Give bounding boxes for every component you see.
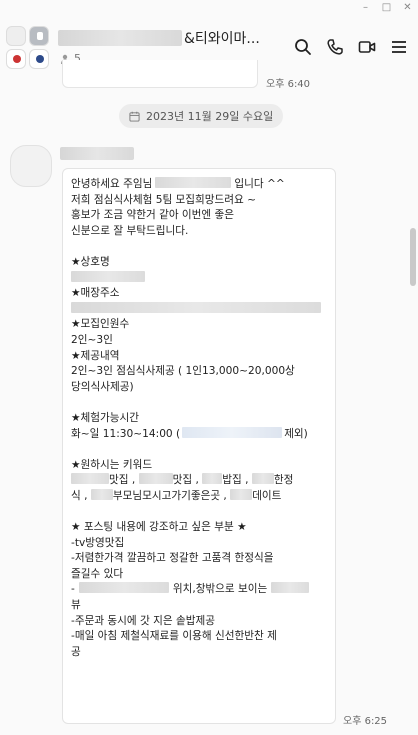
search-icon[interactable]	[294, 38, 312, 56]
message-text: 위치,창밖으로 보이는	[172, 583, 268, 596]
message-text: 2인~3인	[71, 333, 113, 346]
member-avatar	[29, 26, 49, 46]
date-divider-text: 2023년 11월 29일 수요일	[146, 110, 274, 123]
message-text: 안녕하세요 주임님	[71, 178, 153, 190]
redacted-text	[138, 473, 173, 485]
message-text: 2인~3인 점심식사제공 ( 1인13,000~20,000상	[71, 365, 295, 378]
message-text: 뷰	[71, 599, 81, 612]
previous-message-bubble	[62, 60, 258, 88]
calendar-icon	[129, 111, 140, 122]
minimize-button[interactable]: –	[355, 0, 376, 14]
message-text: ★체험가능시간	[71, 411, 139, 424]
message-text: 공	[71, 645, 81, 658]
message-text: 데이트	[252, 489, 282, 502]
message-text: -매일 아침 제철식재료를 이용해 신선한반찬 제	[71, 630, 277, 643]
message-text: 맛집 ,	[109, 474, 136, 487]
message-text: ★제공내역	[71, 349, 120, 362]
redacted-text	[71, 301, 321, 313]
redacted-text	[90, 488, 113, 500]
message-text: 부모님모시고가기좋은곳 ,	[112, 489, 227, 502]
redacted-text	[251, 473, 274, 485]
date-divider: 2023년 11월 29일 수요일	[119, 104, 284, 128]
message-text: ★매장주소	[71, 287, 120, 300]
message-text: -	[71, 583, 75, 596]
message-text: 제외)	[284, 427, 308, 440]
close-button[interactable]: ✕	[397, 0, 418, 14]
redacted-text	[182, 426, 283, 438]
message-text: 당의식사제공)	[71, 380, 134, 393]
message-text: 밥집 ,	[222, 474, 249, 487]
message-text: -tv방영맛집	[71, 536, 125, 549]
message-text: 신분으로 잘 부탁드립니다.	[71, 224, 189, 237]
message-text: 한정	[273, 474, 294, 487]
chat-title-text: &티와이마...	[184, 31, 260, 47]
redacted-text	[202, 473, 223, 485]
group-avatar[interactable]	[6, 26, 50, 70]
message-time: 오후 6:25	[343, 716, 388, 727]
redacted-sender-name[interactable]	[60, 147, 134, 160]
redacted-title	[58, 30, 182, 46]
member-avatar	[29, 49, 49, 69]
maximize-button[interactable]: □	[376, 0, 397, 14]
message-bubble[interactable]: 안녕하세요 주임님 입니다 ^^ 저희 점심식사체험 5팀 모집희망드려요 ~ 홍…	[62, 168, 336, 724]
scrollbar-thumb[interactable]	[410, 228, 416, 286]
message-text: 맛집 ,	[172, 474, 199, 487]
chat-title[interactable]: &티와이마...	[58, 28, 260, 48]
header-actions	[294, 38, 408, 56]
sender-avatar[interactable]	[10, 145, 52, 187]
window-controls: – □ ✕	[355, 0, 418, 14]
message-text: 식 ,	[71, 489, 88, 502]
video-icon[interactable]	[358, 38, 376, 56]
message-text: 화~일 11:30~14:00 (	[71, 427, 181, 440]
message-text: ★상호명	[71, 255, 110, 268]
message-text: ★ 포스팅 내용에 강조하고 싶은 부분 ★	[71, 521, 247, 534]
message-text: -주문과 동시에 갓 지은 솥밥제공	[71, 614, 215, 627]
redacted-text	[230, 488, 253, 500]
previous-message-time: 오후 6:40	[266, 79, 311, 90]
message-text: 입니다 ^^	[234, 178, 285, 190]
menu-icon[interactable]	[390, 38, 408, 56]
redacted-text	[71, 270, 145, 282]
message-text: 즐길수 있다	[71, 567, 124, 580]
redacted-text	[155, 177, 232, 188]
message-text: -저렴한가격 깔끔하고 정갈한 고품격 한정식을	[71, 552, 274, 565]
message-text: 홍보가 조금 약한거 같아 이번엔 좋은	[71, 209, 235, 222]
redacted-text	[78, 582, 169, 594]
member-avatar	[6, 49, 26, 69]
message-text: 저희 점심식사체험 5팀 모집희망드려요 ~	[71, 193, 257, 206]
member-avatar	[6, 26, 26, 46]
phone-icon[interactable]	[326, 38, 344, 56]
message-text: ★원하시는 키워드	[71, 458, 153, 471]
redacted-text	[271, 582, 310, 594]
message-text: ★모집인원수	[71, 318, 130, 331]
redacted-text	[71, 473, 109, 485]
